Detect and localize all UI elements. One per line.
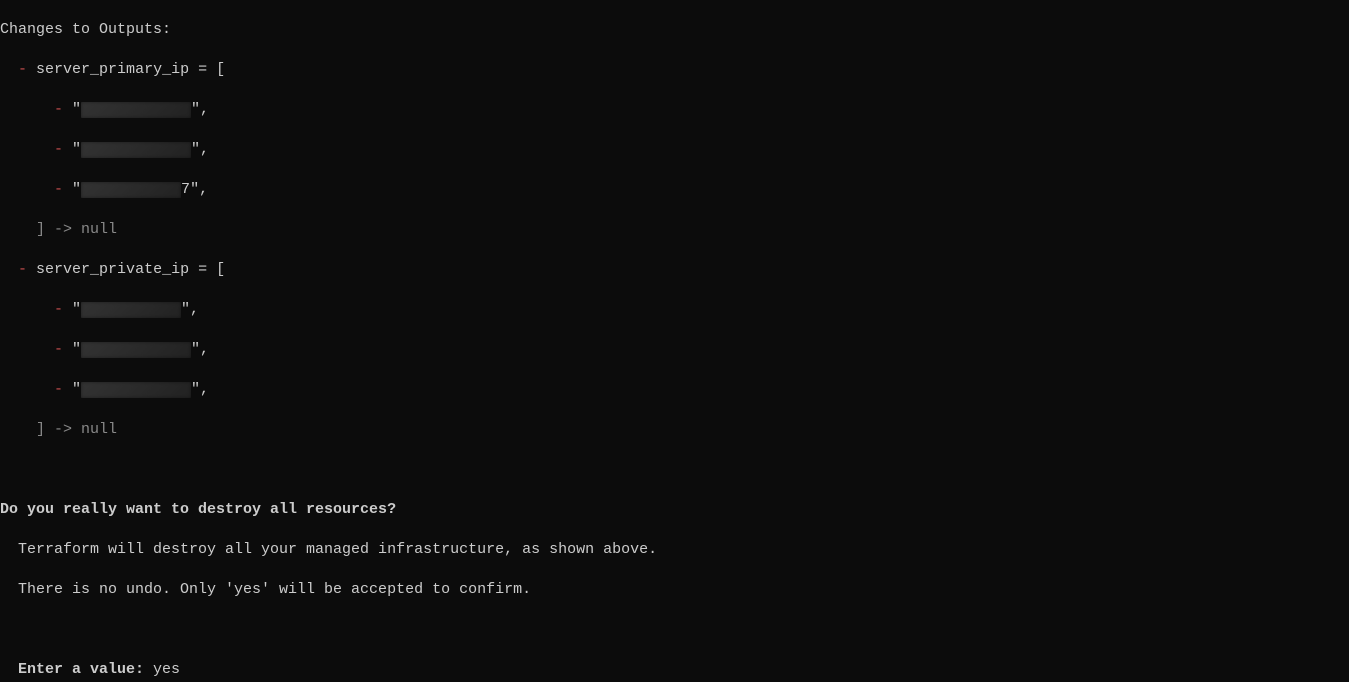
redacted-ip	[81, 342, 191, 358]
output-primary-ip-item: - "7",	[0, 180, 1349, 200]
output-primary-ip-item: - "",	[0, 140, 1349, 160]
confirm-prompt-line: Enter a value: yes	[0, 660, 1349, 680]
confirm-prompt: Enter a value:	[0, 661, 153, 678]
output-private-ip-item: - "",	[0, 300, 1349, 320]
blank-line	[0, 620, 1349, 640]
output-private-ip: - server_private_ip = [	[0, 260, 1349, 280]
output-primary-ip: - server_primary_ip = [	[0, 60, 1349, 80]
blank-line	[0, 460, 1349, 480]
confirm-input[interactable]: yes	[153, 661, 180, 678]
terminal-output: Changes to Outputs: - server_primary_ip …	[0, 0, 1349, 682]
output-primary-ip-tail: ] -> null	[0, 220, 1349, 240]
confirm-line-2: There is no undo. Only 'yes' will be acc…	[0, 580, 1349, 600]
redacted-ip	[81, 182, 181, 198]
redacted-ip	[81, 102, 191, 118]
output-primary-ip-item: - "",	[0, 100, 1349, 120]
redacted-ip	[81, 142, 191, 158]
output-private-ip-tail: ] -> null	[0, 420, 1349, 440]
outputs-header: Changes to Outputs:	[0, 20, 1349, 40]
output-private-ip-item: - "",	[0, 340, 1349, 360]
redacted-ip	[81, 302, 181, 318]
confirm-line-1: Terraform will destroy all your managed …	[0, 540, 1349, 560]
confirm-question: Do you really want to destroy all resour…	[0, 500, 1349, 520]
redacted-ip	[81, 382, 191, 398]
output-private-ip-item: - "",	[0, 380, 1349, 400]
